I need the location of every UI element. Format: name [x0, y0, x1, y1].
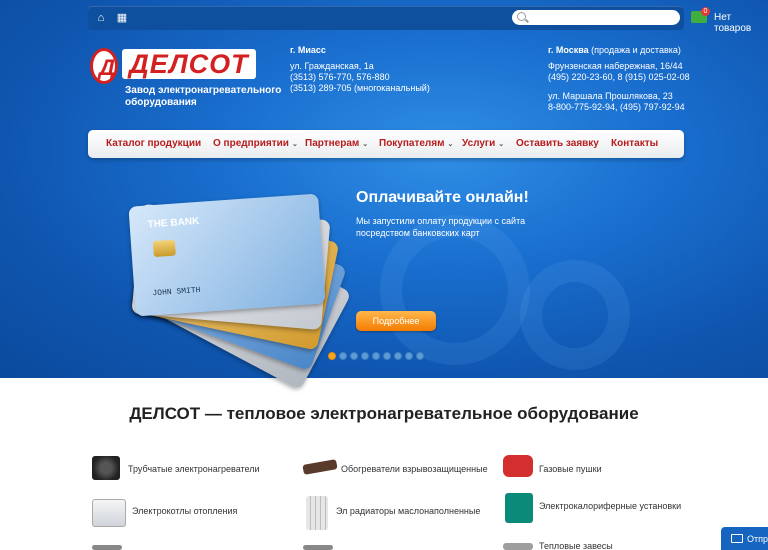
nav-item-about[interactable]: О предприятии ⌄: [213, 138, 298, 149]
city-note: (продажа и доставка): [591, 45, 681, 55]
card-holder-name: JOHN SMITH: [152, 285, 201, 299]
search-icon: [517, 12, 526, 21]
nav-item-request[interactable]: Оставить заявку: [516, 138, 599, 149]
electric-boiler-icon: [92, 499, 126, 527]
promo-text: Мы запустили оплату продукции с сайта по…: [356, 216, 526, 238]
cart-icon[interactable]: 0: [691, 7, 710, 23]
home-icon[interactable]: ⌂: [94, 11, 108, 25]
gas-cannon-icon: [503, 455, 533, 477]
logo-emblem: Д: [90, 48, 118, 84]
tagline: Завод электронагревательного оборудовани…: [125, 85, 282, 108]
cart-count-badge: 0: [701, 7, 710, 16]
bank-cards-illustration: THE BANK JOHN SMITH: [122, 182, 352, 391]
product-link-air-heater-units[interactable]: Электрокалориферные установки: [539, 501, 681, 511]
air-heater-unit-icon: [505, 493, 533, 523]
slider-dot[interactable]: [416, 352, 424, 360]
chevron-down-icon: ⌄: [362, 141, 369, 148]
chat-label: Отпр: [747, 534, 768, 544]
search-box[interactable]: [512, 10, 680, 25]
slider-dot[interactable]: [350, 352, 358, 360]
street-address: ул. Маршала Прошлякова, 23: [548, 91, 673, 101]
main-nav: Каталог продукции О предприятии ⌄ Партнер…: [88, 130, 684, 158]
chevron-down-icon: ⌄: [447, 141, 454, 148]
envelope-icon: [731, 534, 743, 543]
nav-item-customers[interactable]: Покупателям ⌄: [379, 138, 453, 149]
card-bank-name: THE BANK: [147, 215, 200, 231]
air-curtain-icon: [503, 543, 533, 550]
gear-decoration: [520, 260, 630, 370]
product-icon: [92, 545, 122, 550]
cart-status[interactable]: Нет товаров: [714, 12, 751, 34]
product-link-oil-radiators[interactable]: Эл радиаторы маслонаполненные: [336, 506, 480, 516]
product-link-explosion-proof[interactable]: Обогреватели взрывозащищенные: [341, 464, 488, 474]
slider-dot[interactable]: [372, 352, 380, 360]
promo-title: Оплачивайте онлайн!: [356, 189, 529, 206]
card-chip: [152, 239, 176, 258]
explosion-proof-heater-icon: [302, 459, 338, 475]
moscow-contacts: г. Москва (продажа и доставка) Фрунзенск…: [548, 45, 690, 113]
nav-item-services[interactable]: Услуги ⌄: [462, 138, 504, 149]
page-heading: ДЕЛСОТ — тепловое электронагревательное …: [129, 404, 639, 423]
slider-dot[interactable]: [339, 352, 347, 360]
chevron-down-icon: ⌄: [291, 141, 298, 148]
phone-numbers: (3513) 289-705 (многоканальный): [290, 83, 430, 93]
more-button[interactable]: Подробнее: [356, 311, 436, 331]
street-address: Фрунзенская набережная, 16/44: [548, 61, 683, 71]
slider-dot[interactable]: [394, 352, 402, 360]
logo[interactable]: Д ДЕЛСОТ: [90, 48, 256, 84]
city-name: г. Миасс: [290, 45, 326, 55]
logo-wordmark: ДЕЛСОТ: [122, 49, 256, 79]
chevron-down-icon: ⌄: [498, 141, 505, 148]
city-name: г. Москва: [548, 45, 589, 55]
oil-radiator-icon: [306, 496, 328, 530]
nav-item-contacts[interactable]: Контакты: [611, 138, 658, 149]
slider-dot[interactable]: [328, 352, 336, 360]
phone-numbers: (495) 220-23-60, 8 (915) 025-02-08: [548, 72, 690, 82]
phone-numbers: 8-800-775-92-94, (495) 797-92-94: [548, 102, 685, 112]
slider-dot[interactable]: [361, 352, 369, 360]
miass-contacts: г. Миасс ул. Гражданская, 1а (3513) 576-…: [290, 45, 430, 94]
street-address: ул. Гражданская, 1а: [290, 61, 374, 71]
phone-numbers: (3513) 576-770, 576-880: [290, 72, 390, 82]
product-link-tubular-heaters[interactable]: Трубчатые электронагреватели: [128, 464, 260, 474]
product-icon: [303, 545, 333, 550]
top-bar: ⌂ ▦ 0 Нет товаров: [88, 6, 751, 34]
product-link-gas-cannons[interactable]: Газовые пушки: [539, 464, 602, 474]
slider-dot[interactable]: [405, 352, 413, 360]
product-link-air-curtains[interactable]: Тепловые завесы: [539, 541, 613, 550]
tubular-heater-icon: [92, 456, 120, 480]
nav-item-partners[interactable]: Партнерам ⌄: [305, 138, 368, 149]
slider-dot[interactable]: [383, 352, 391, 360]
chat-widget-button[interactable]: Отпр: [721, 527, 768, 550]
sitemap-icon[interactable]: ▦: [115, 11, 129, 25]
nav-item-catalog[interactable]: Каталог продукции: [106, 138, 201, 149]
product-link-electric-boilers[interactable]: Электрокотлы отопления: [132, 506, 237, 516]
search-input[interactable]: [530, 11, 670, 24]
